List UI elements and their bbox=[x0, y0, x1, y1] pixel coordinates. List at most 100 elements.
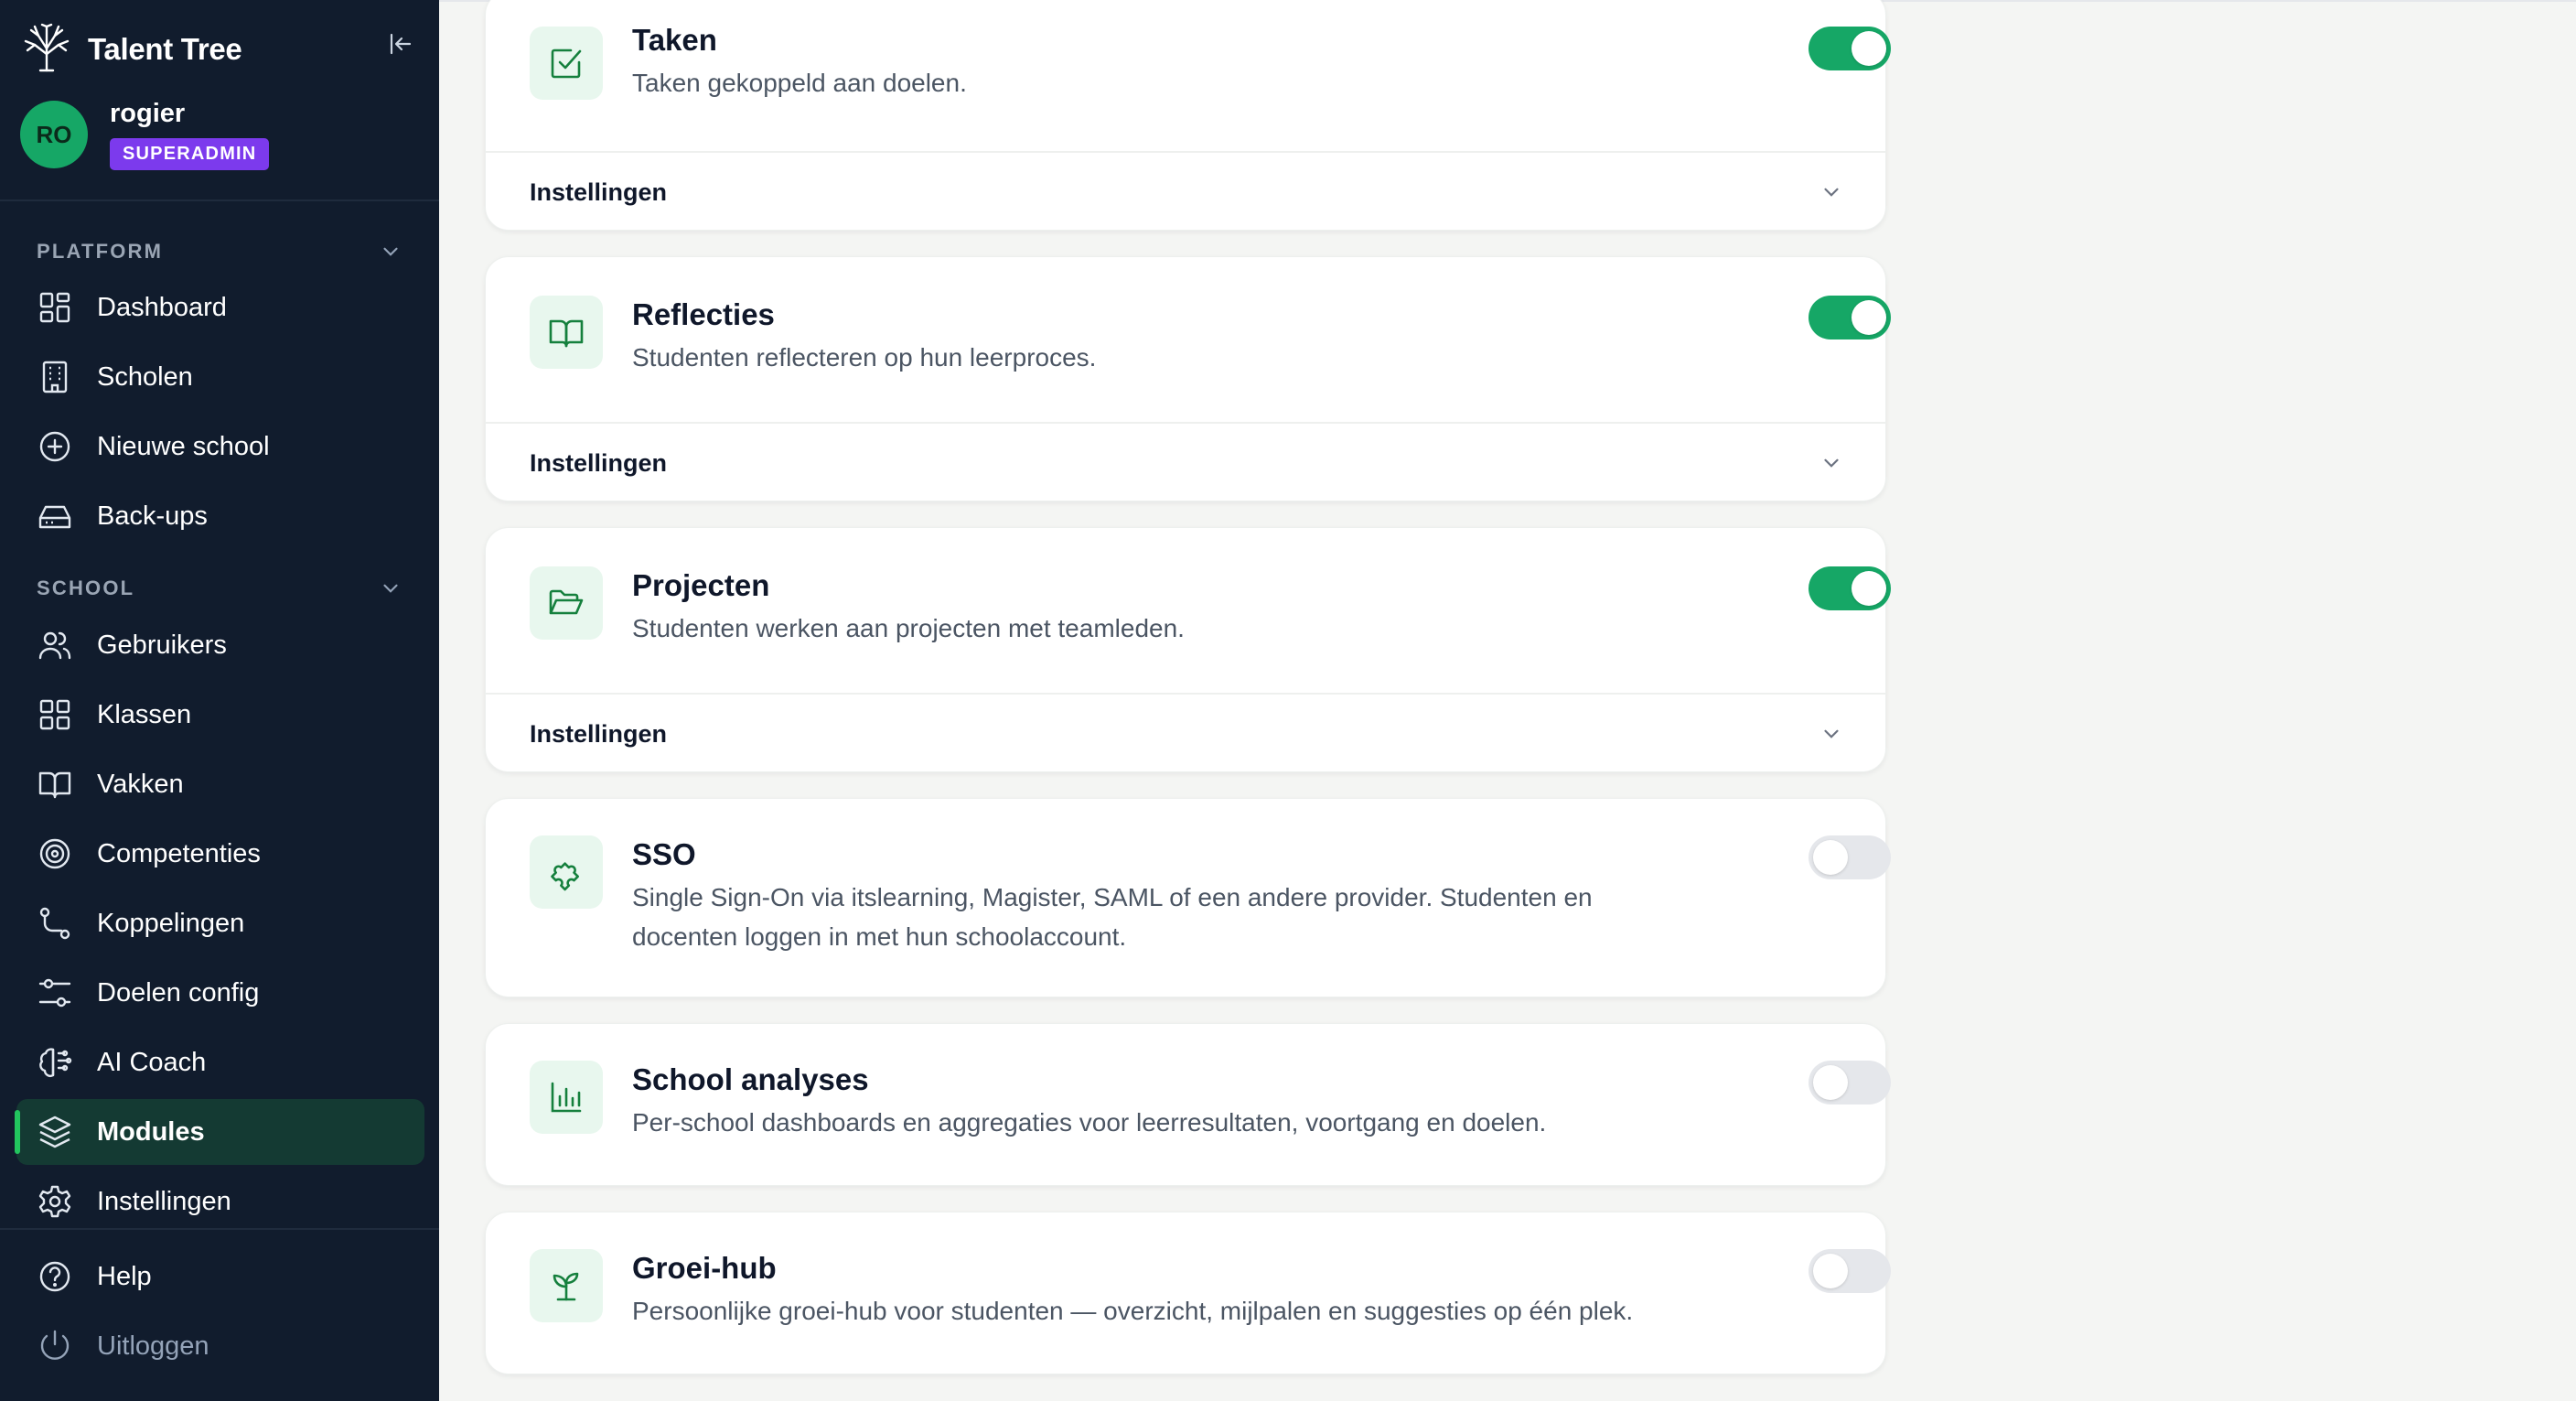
book-icon bbox=[38, 771, 71, 799]
nav-label: Koppelingen bbox=[97, 908, 245, 938]
toggle-knob bbox=[1852, 300, 1886, 335]
module-icon-tile bbox=[530, 566, 603, 640]
brain-icon bbox=[39, 1048, 72, 1077]
help-circle-icon bbox=[39, 1261, 70, 1292]
section-school[interactable]: SCHOOL bbox=[37, 577, 402, 600]
nav-klassen[interactable]: Klassen bbox=[16, 682, 424, 748]
user-name: rogier bbox=[110, 99, 186, 128]
nav-back-ups[interactable]: Back-ups bbox=[16, 483, 424, 549]
module-description: Studenten werken aan projecten met teaml… bbox=[632, 614, 1185, 642]
nav-gebruikers[interactable]: Gebruikers bbox=[16, 612, 424, 678]
app-name: Talent Tree bbox=[88, 32, 242, 66]
module-toggle[interactable] bbox=[1809, 27, 1891, 70]
toggle-knob bbox=[1813, 840, 1848, 875]
nav-label: AI Coach bbox=[97, 1047, 207, 1077]
module-title: Taken bbox=[632, 23, 717, 57]
section-platform[interactable]: PLATFORM bbox=[37, 240, 402, 264]
nav-competenties[interactable]: Competenties bbox=[16, 821, 424, 887]
tree-logo-icon bbox=[22, 23, 71, 77]
module-icon-tile bbox=[530, 1061, 603, 1134]
building-icon bbox=[42, 361, 68, 393]
module-card-groei-hub: Groei-hub Persoonlijke groei-hub voor st… bbox=[485, 1212, 1891, 1374]
module-title: School analyses bbox=[632, 1062, 869, 1096]
nav-modules[interactable]: Modules bbox=[15, 1099, 424, 1165]
module-toggle[interactable] bbox=[1809, 1061, 1891, 1105]
nav-koppelingen[interactable]: Koppelingen bbox=[16, 890, 424, 956]
nav-ai-coach[interactable]: AI Coach bbox=[16, 1029, 424, 1095]
chevron-down-icon bbox=[1824, 458, 1839, 468]
nav-scholen[interactable]: Scholen bbox=[16, 344, 424, 410]
gear-icon bbox=[38, 1185, 71, 1218]
layers-icon bbox=[38, 1115, 71, 1148]
nav-help[interactable]: Help bbox=[16, 1244, 424, 1309]
user-profile[interactable]: RO rogier SUPERADMIN bbox=[20, 99, 270, 170]
module-icon-tile bbox=[530, 296, 603, 369]
nav-nieuwe-school[interactable]: Nieuwe school bbox=[16, 414, 424, 480]
chevron-down-icon bbox=[383, 247, 398, 256]
divider bbox=[0, 199, 439, 201]
settings-label: Instellingen bbox=[530, 448, 668, 477]
module-description: Studenten reflecteren op hun leerproces. bbox=[632, 343, 1097, 372]
toggle-knob bbox=[1813, 1065, 1848, 1100]
module-title: Projecten bbox=[632, 568, 770, 602]
section-school-label: SCHOOL bbox=[37, 577, 135, 599]
module-description: Per-school dashboards en aggregaties voo… bbox=[632, 1108, 1547, 1137]
nav-label: Modules bbox=[97, 1116, 205, 1147]
nav-label: Competenties bbox=[97, 838, 261, 868]
nav-label: Scholen bbox=[97, 361, 193, 392]
route-icon bbox=[39, 907, 70, 940]
sliders-icon bbox=[38, 978, 71, 1008]
plus-circle-icon bbox=[39, 431, 70, 462]
check-square-icon bbox=[551, 48, 582, 79]
settings-label: Instellingen bbox=[530, 178, 668, 206]
settings-label: Instellingen bbox=[530, 719, 668, 748]
nav-instellingen[interactable]: Instellingen bbox=[16, 1169, 424, 1234]
nav-vakken[interactable]: Vakken bbox=[16, 751, 424, 817]
module-toggle[interactable] bbox=[1809, 296, 1891, 339]
module-settings-row[interactable]: Instellingen bbox=[486, 151, 1885, 232]
nav-label: Uitloggen bbox=[97, 1331, 209, 1361]
bar-chart-icon bbox=[551, 1082, 582, 1113]
module-card-sso: SSO Single Sign-On via itslearning, Magi… bbox=[485, 798, 1891, 997]
nav-label: Nieuwe school bbox=[97, 431, 270, 461]
collapse-sidebar-button[interactable] bbox=[382, 26, 419, 62]
users-icon bbox=[38, 631, 71, 660]
nav-dashboard[interactable]: Dashboard bbox=[16, 275, 424, 340]
module-toggle[interactable] bbox=[1809, 1249, 1891, 1293]
nav-label: Instellingen bbox=[97, 1186, 231, 1216]
sidebar: Talent Tree RO rogier SUPERADMIN PLATFOR… bbox=[0, 0, 439, 1401]
dashboard-icon bbox=[39, 292, 70, 323]
module-icon-tile bbox=[530, 835, 603, 909]
module-title: Reflecties bbox=[632, 297, 775, 331]
hard-drive-icon bbox=[38, 505, 71, 529]
module-toggle[interactable] bbox=[1809, 566, 1891, 610]
module-title: Groei-hub bbox=[632, 1251, 777, 1285]
module-card-reflecties: Reflecties Studenten reflecteren op hun … bbox=[485, 256, 1891, 502]
nav-label: Help bbox=[97, 1261, 152, 1291]
nav-label: Doelen config bbox=[97, 977, 260, 1008]
chevron-down-icon bbox=[383, 584, 398, 593]
module-settings-row[interactable]: Instellingen bbox=[486, 693, 1885, 773]
nav-label: Back-ups bbox=[97, 501, 208, 531]
nav-uitloggen[interactable]: Uitloggen bbox=[16, 1313, 424, 1379]
module-title: SSO bbox=[632, 837, 696, 871]
module-settings-row[interactable]: Instellingen bbox=[486, 422, 1885, 502]
avatar: RO bbox=[20, 101, 88, 168]
module-description: Persoonlijke groei-hub voor studenten — … bbox=[632, 1297, 1634, 1325]
target-icon bbox=[39, 838, 70, 869]
module-toggle[interactable] bbox=[1809, 835, 1891, 879]
nav-doelen-config[interactable]: Doelen config bbox=[16, 960, 424, 1026]
module-icon-tile bbox=[530, 1249, 603, 1322]
brand[interactable]: Talent Tree bbox=[22, 23, 242, 73]
puzzle-icon bbox=[551, 862, 580, 891]
toggle-knob bbox=[1852, 571, 1886, 606]
module-card-taken: Taken Taken gekoppeld aan doelen. Instel… bbox=[485, 0, 1891, 232]
grid-icon bbox=[39, 699, 70, 730]
role-badge: SUPERADMIN bbox=[110, 138, 270, 170]
module-icon-tile bbox=[530, 27, 603, 100]
power-icon bbox=[40, 1330, 70, 1360]
section-platform-label: PLATFORM bbox=[37, 240, 164, 263]
chevron-down-icon bbox=[1824, 188, 1839, 197]
toggle-knob bbox=[1852, 31, 1886, 66]
nav-label: Gebruikers bbox=[97, 630, 227, 660]
